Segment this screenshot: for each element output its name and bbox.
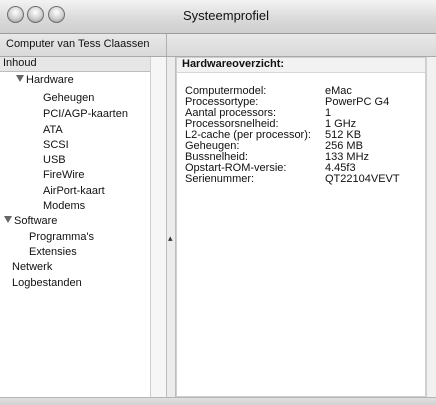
zoom-button[interactable] xyxy=(48,6,65,23)
info-value: PowerPC G4 xyxy=(325,96,390,108)
disclosure-triangle-icon[interactable] xyxy=(4,216,12,223)
minimize-button[interactable] xyxy=(27,6,44,23)
sidebar-header: Inhoud xyxy=(0,57,166,72)
detail-scrollbar[interactable] xyxy=(426,57,436,397)
sidebar-item-netwerk[interactable]: Netwerk xyxy=(12,261,52,273)
computer-name: Computer van Tess Claassen xyxy=(6,38,150,50)
sidebar-item-logbestanden[interactable]: Logbestanden xyxy=(12,277,82,289)
pane-splitter[interactable]: ▴ xyxy=(166,57,176,397)
info-row: Serienummer: QT22104VEVT xyxy=(185,174,400,185)
info-value: QT22104VEVT xyxy=(325,173,400,185)
sidebar-item-firewire[interactable]: FireWire xyxy=(43,169,85,181)
sidebar-item-airport[interactable]: AirPort-kaart xyxy=(43,185,105,197)
disclosure-triangle-icon[interactable] xyxy=(16,75,24,82)
header-divider xyxy=(166,34,167,56)
sidebar-item-usb[interactable]: USB xyxy=(43,154,66,166)
hardware-overview-table: Computermodel: eMac Processortype: PowerPC… xyxy=(185,86,400,185)
sidebar-header-label: Inhoud xyxy=(3,57,37,69)
detail-header: Hardwareoverzicht: xyxy=(177,58,425,73)
sidebar-item-label: Hardware xyxy=(26,74,74,86)
computer-name-bar: Computer van Tess Claassen xyxy=(0,34,436,57)
window-title: Systeemprofiel xyxy=(183,8,269,23)
system-profiler-window: Systeemprofiel Computer van Tess Claasse… xyxy=(0,0,436,405)
detail-title: Hardwareoverzicht: xyxy=(182,58,285,70)
sidebar-item-ata[interactable]: ATA xyxy=(43,124,63,136)
sidebar-item-scsi[interactable]: SCSI xyxy=(43,139,69,151)
sidebar-item-label: Software xyxy=(14,215,58,227)
sidebar-item-extensies[interactable]: Extensies xyxy=(29,246,77,258)
close-button[interactable] xyxy=(7,6,24,23)
sidebar-item-software[interactable]: Software xyxy=(4,215,57,227)
sidebar-item-modems[interactable]: Modems xyxy=(43,200,85,212)
sidebar-scrollbar[interactable] xyxy=(150,57,167,397)
sidebar-item-hardware[interactable]: Hardware xyxy=(16,74,74,86)
sidebar: Hardware Geheugen PCI/AGP-kaarten ATA SC… xyxy=(0,72,150,397)
sidebar-item-pci-agp[interactable]: PCI/AGP-kaarten xyxy=(43,108,128,120)
detail-pane: Hardwareoverzicht: Computermodel: eMac Pr… xyxy=(176,57,426,397)
title-bar: Systeemprofiel xyxy=(0,0,436,34)
sidebar-item-geheugen[interactable]: Geheugen xyxy=(43,92,94,104)
splitter-grip-icon[interactable]: ▴ xyxy=(168,233,173,244)
info-label: Serienummer: xyxy=(185,173,255,185)
window-bottom-bar xyxy=(0,397,436,405)
sidebar-item-programmas[interactable]: Programma's xyxy=(29,231,94,243)
